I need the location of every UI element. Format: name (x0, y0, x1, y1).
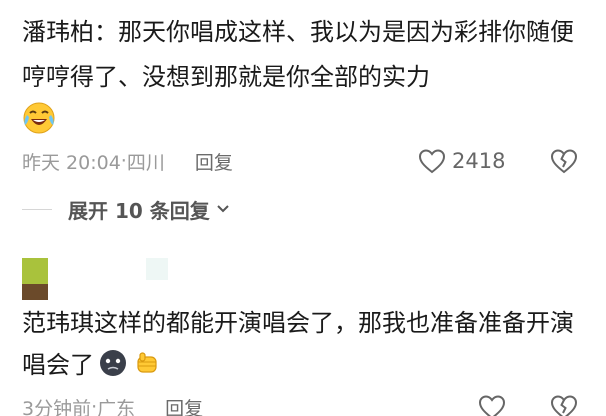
comment-1-meta: 昨天 20:04 · 四川 回复 (22, 146, 233, 176)
expand-replies-button[interactable]: 展开 10 条回复 (22, 192, 230, 226)
comment-1-location: 四川 (126, 151, 165, 174)
heart-icon[interactable] (478, 394, 506, 416)
comment-2-body: 范玮琪这样的都能开演唱会了，那我也准备准备开演唱会了 (22, 302, 594, 386)
fist-emoji-icon (137, 352, 157, 373)
broken-heart-icon[interactable] (550, 394, 578, 416)
avatar-top (22, 258, 48, 284)
comment-1-body: 潘玮柏：那天你唱成这样、我以为是因为彩排你随便哼哼得了、没想到那就是你全部的实力 (22, 10, 592, 100)
expand-replies-label: 展开 10 条回复 (68, 198, 210, 223)
comment-1-like-button[interactable]: 2418 (418, 146, 505, 176)
heart-icon (418, 149, 446, 174)
comment-1-reply-button[interactable]: 回复 (195, 148, 233, 175)
comment-2-reply-button[interactable]: 回复 (165, 394, 203, 416)
avatar-bottom (22, 284, 48, 300)
comment-2-time: 3分钟前 (22, 397, 92, 416)
comment-thread: 潘玮柏：那天你唱成这样、我以为是因为彩排你随便哼哼得了、没想到那就是你全部的实力… (0, 0, 606, 416)
comment-2-avatar[interactable] (22, 258, 48, 300)
expand-divider (22, 208, 52, 210)
laughing-crying-emoji-icon (23, 102, 55, 134)
comment-1-time: 昨天 20:04 (22, 151, 121, 174)
comment-2-meta: 3分钟前 · 广东 回复 (22, 392, 203, 416)
dark-face-emoji-icon (100, 350, 126, 376)
comment-2-location: 广东 (97, 397, 136, 416)
comment-1-like-count: 2418 (452, 149, 506, 173)
comment-2-username-blurred[interactable] (146, 258, 168, 280)
chevron-down-icon (217, 205, 229, 213)
comment-1-author[interactable]: 潘玮柏 (22, 18, 94, 46)
broken-heart-icon[interactable] (550, 148, 578, 174)
comment-1-separator: ： (94, 18, 118, 46)
